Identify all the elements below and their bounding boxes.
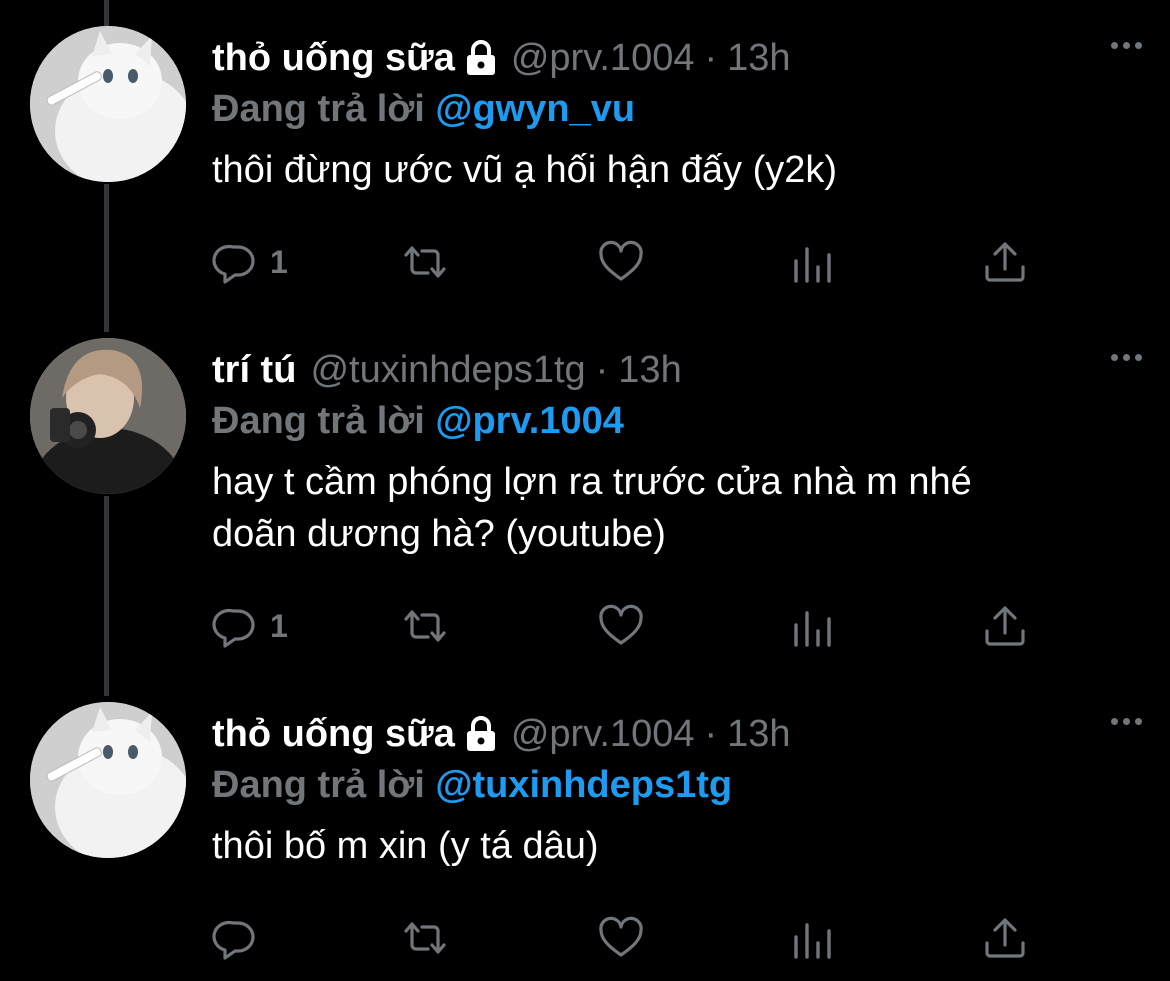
reply-to-handle[interactable]: @prv.1004 xyxy=(435,400,623,442)
more-icon[interactable] xyxy=(1111,718,1142,725)
more-icon[interactable] xyxy=(1111,42,1142,49)
share-icon xyxy=(985,918,1025,958)
views-button[interactable] xyxy=(790,602,836,650)
separator-dot: · xyxy=(595,348,609,391)
reply-prefix: Đang trả lời xyxy=(212,88,425,130)
reply-prefix: Đang trả lời xyxy=(212,400,425,442)
display-name[interactable]: thỏ uống sữa xyxy=(212,713,455,756)
separator-dot: · xyxy=(704,36,718,79)
retweet-button[interactable] xyxy=(402,238,448,286)
retweet-icon xyxy=(404,246,446,278)
retweet-button[interactable] xyxy=(402,602,448,650)
tweet-header: trí tú @tuxinhdeps1tg · 13h xyxy=(212,342,682,398)
more-icon[interactable] xyxy=(1111,354,1142,361)
reply-to-handle[interactable]: @tuxinhdeps1tg xyxy=(435,764,732,806)
share-button[interactable] xyxy=(982,602,1028,650)
lock-icon xyxy=(465,716,497,752)
white-cat-avatar-image xyxy=(30,26,186,182)
action-bar: 1 xyxy=(212,602,1042,650)
views-button[interactable] xyxy=(790,914,836,962)
reply-icon xyxy=(212,244,255,284)
views-icon xyxy=(794,247,831,283)
timestamp[interactable]: 13h xyxy=(618,349,681,392)
separator-dot: · xyxy=(704,712,718,755)
avatar[interactable] xyxy=(30,338,186,494)
views-icon xyxy=(794,923,831,959)
action-bar xyxy=(212,914,1042,962)
display-name[interactable]: trí tú xyxy=(212,349,296,392)
tweet-text-line: doãn dương hà? (youtube) xyxy=(212,513,666,555)
share-button[interactable] xyxy=(982,238,1028,286)
handle[interactable]: @prv.1004 xyxy=(511,713,695,756)
heart-icon xyxy=(599,916,643,957)
lock-icon xyxy=(465,40,497,76)
reply-context: Đang trả lời @prv.1004 xyxy=(212,400,624,443)
tweet-text-line: thôi bố m xin (y tá dâu) xyxy=(212,825,599,867)
avatar[interactable] xyxy=(30,702,186,858)
tweet-text: thôi bố m xin (y tá dâu) xyxy=(212,820,1132,872)
share-icon xyxy=(985,606,1025,646)
heart-icon xyxy=(599,240,643,281)
share-button[interactable] xyxy=(982,914,1028,962)
views-button[interactable] xyxy=(790,238,836,286)
tweet-3[interactable]: thỏ uống sữa @prv.1004 · 13h Đang trả lờ… xyxy=(0,702,1170,981)
reply-context: Đang trả lời @tuxinhdeps1tg xyxy=(212,764,732,807)
tweet-2[interactable]: trí tú @tuxinhdeps1tg · 13h Đang trả lời… xyxy=(0,338,1170,662)
reply-count: 1 xyxy=(270,607,288,644)
like-button[interactable] xyxy=(598,914,644,962)
display-name[interactable]: thỏ uống sữa xyxy=(212,37,455,80)
handle[interactable]: @tuxinhdeps1tg xyxy=(310,349,585,392)
views-icon xyxy=(794,611,831,647)
tweet-header: thỏ uống sữa @prv.1004 · 13h xyxy=(212,30,791,86)
avatar[interactable] xyxy=(30,26,186,182)
reply-prefix: Đang trả lời xyxy=(212,764,425,806)
reply-button[interactable] xyxy=(212,914,270,962)
like-button[interactable] xyxy=(598,602,644,650)
tweet-text-line: hay t cầm phóng lợn ra trước cửa nhà m n… xyxy=(212,461,972,503)
tweet-text: thôi đừng ước vũ ạ hối hận đấy (y2k) xyxy=(212,144,1132,196)
reply-icon xyxy=(212,608,255,648)
share-icon xyxy=(985,242,1025,282)
person-with-camera-avatar-image xyxy=(30,338,186,494)
tweet-1[interactable]: thỏ uống sữa @prv.1004 · 13h Đang trả lờ… xyxy=(0,26,1170,320)
reply-to-handle[interactable]: @gwyn_vu xyxy=(435,88,635,130)
reply-icon xyxy=(212,920,255,960)
timestamp[interactable]: 13h xyxy=(727,713,790,756)
action-bar: 1 xyxy=(212,238,1042,286)
tweet-text: hay t cầm phóng lợn ra trước cửa nhà m n… xyxy=(212,456,1132,560)
timestamp[interactable]: 13h xyxy=(727,37,790,80)
retweet-icon xyxy=(404,922,446,954)
tweet-header: thỏ uống sữa @prv.1004 · 13h xyxy=(212,706,791,762)
reply-button[interactable]: 1 xyxy=(212,602,288,650)
handle[interactable]: @prv.1004 xyxy=(511,37,695,80)
like-button[interactable] xyxy=(598,238,644,286)
reply-count: 1 xyxy=(270,243,288,280)
thread-line-top xyxy=(104,0,109,28)
retweet-icon xyxy=(404,610,446,642)
tweet-text-line: thôi đừng ước vũ ạ hối hận đấy (y2k) xyxy=(212,149,838,191)
white-cat-avatar-image xyxy=(30,702,186,858)
retweet-button[interactable] xyxy=(402,914,448,962)
reply-button[interactable]: 1 xyxy=(212,238,288,286)
heart-icon xyxy=(599,604,643,645)
reply-context: Đang trả lời @gwyn_vu xyxy=(212,88,635,131)
